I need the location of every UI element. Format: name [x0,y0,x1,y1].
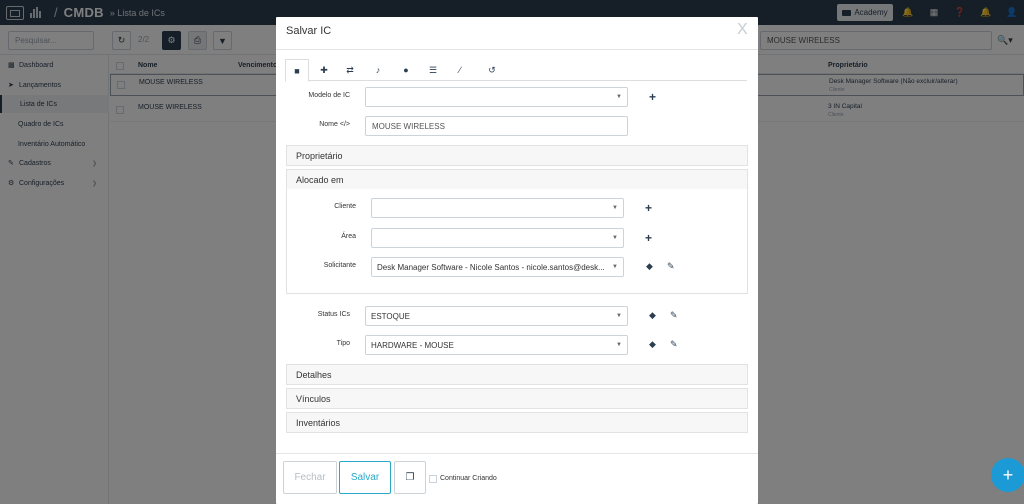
panel-alocado[interactable]: Alocado em [286,169,748,190]
panel-proprietario[interactable]: Proprietário [286,145,748,166]
nome-label: Nome </> [319,121,350,128]
divider [276,49,758,50]
paperclip-icon: ∕ [459,65,461,75]
copy-icon: ❐ [405,472,415,483]
save-ic-modal: Salvar IC X ■ ✚ ⇄ ♪ ● ☰ ∕ ↺ Modelo de IC… [276,17,758,504]
tipo-select[interactable]: HARDWARE - MOUSE ▼ [365,335,628,355]
eraser-icon[interactable]: ◆ [649,339,656,350]
solicitante-label: Solicitante [323,262,356,269]
tab-users[interactable]: ● [394,59,418,81]
caret-down-icon: ▼ [612,264,618,270]
caret-down-icon: ▼ [616,94,622,100]
area-label: Área [341,233,356,240]
plus-icon: + [1002,464,1014,485]
panel-inventarios[interactable]: Inventários [286,412,748,433]
continuar-label: Continuar Criando [440,475,497,482]
modal-title: Salvar IC [286,25,332,37]
add-fab-button[interactable]: + [991,458,1024,492]
tab-attachments[interactable]: ∕ [448,59,472,81]
area-select[interactable]: ▼ [371,228,624,248]
continuar-checkbox[interactable] [429,475,437,483]
status-select[interactable]: ESTOQUE ▼ [365,306,628,326]
solicitante-select[interactable]: Desk Manager Software - Nicole Santos - … [371,257,624,277]
tab-add[interactable]: ✚ [312,59,336,81]
pencil-icon[interactable]: ✎ [667,261,675,272]
eraser-icon[interactable]: ◆ [646,261,653,272]
caret-down-icon: ▼ [612,205,618,211]
add-cliente-icon[interactable]: + [645,202,652,214]
modelo-select[interactable]: ▼ [365,87,628,107]
history-icon: ↺ [488,64,496,75]
code-icon: </> [339,121,350,128]
bell-icon: ♪ [375,65,381,75]
plus-icon: ✚ [320,64,328,75]
retweet-icon: ⇄ [346,64,354,75]
eraser-icon[interactable]: ◆ [649,310,656,321]
modal-tabs: ■ ✚ ⇄ ♪ ● ☰ ∕ ↺ [285,57,747,82]
copy-button[interactable]: ❐ [394,461,426,494]
add-modelo-icon[interactable]: + [649,91,656,103]
tab-ic[interactable]: ■ [285,59,309,82]
tab-alerts[interactable]: ♪ [366,59,390,81]
caret-down-icon: ▼ [616,342,622,348]
caret-down-icon: ▼ [612,235,618,241]
tipo-label: Tipo [336,340,350,347]
status-label: Status ICs [317,311,350,318]
pencil-icon[interactable]: ✎ [670,310,678,321]
tab-history[interactable]: ↺ [480,59,504,81]
nome-input[interactable]: MOUSE WIRELESS [365,116,628,136]
book-icon: ■ [294,65,300,76]
tab-sync[interactable]: ⇄ [338,59,362,81]
panel-vinculos[interactable]: Vínculos [286,388,748,409]
add-area-icon[interactable]: + [645,232,652,244]
cliente-label: Cliente [334,203,356,210]
panel-detalhes[interactable]: Detalhes [286,364,748,385]
pencil-icon[interactable]: ✎ [670,339,678,350]
tab-list[interactable]: ☰ [421,59,445,81]
modelo-label: Modelo de IC [308,92,350,99]
salvar-button[interactable]: Salvar [339,461,391,494]
fechar-button[interactable]: Fechar [283,461,337,494]
caret-down-icon: ▼ [616,313,622,319]
cliente-select[interactable]: ▼ [371,198,624,218]
list-icon: ☰ [428,64,438,75]
footer-divider [276,453,758,454]
close-icon[interactable]: X [737,21,748,39]
user-icon: ● [403,65,409,75]
